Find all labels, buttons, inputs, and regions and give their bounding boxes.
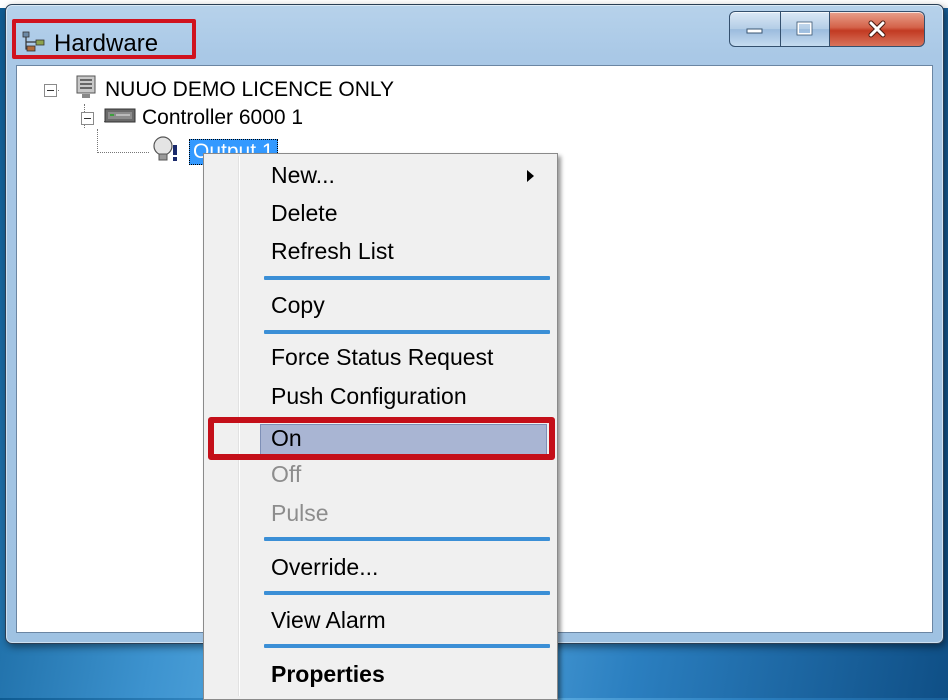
window-title: Hardware: [54, 30, 159, 57]
menu-item-force-status-request[interactable]: Force Status Request: [271, 340, 493, 374]
controller-icon: [104, 106, 136, 130]
menu-item-override[interactable]: Override...: [271, 550, 378, 584]
bulb-output-icon: [151, 135, 181, 169]
tree-connector: [97, 129, 98, 153]
menu-item-new[interactable]: New...: [271, 158, 335, 192]
minimize-button[interactable]: [729, 11, 781, 47]
close-button[interactable]: [830, 11, 925, 47]
menu-item-pulse: Pulse: [271, 500, 329, 526]
menu-item-properties[interactable]: Properties: [271, 657, 385, 691]
menu-item-delete[interactable]: Delete: [271, 196, 337, 230]
close-icon: [868, 20, 886, 38]
tree-node-label: Controller 6000 1: [142, 106, 304, 129]
hardware-tree-icon: [22, 31, 46, 53]
server-icon: [75, 75, 97, 105]
collapse-toggle[interactable]: [81, 111, 94, 125]
menu-separator: [264, 591, 550, 595]
menu-item-refresh-list[interactable]: Refresh List: [271, 234, 394, 268]
tree-node-controller[interactable]: Controller 6000 1: [81, 105, 303, 131]
tree-node-root[interactable]: NUUO DEMO LICENCE ONLY: [44, 75, 394, 105]
menu-item-off: Off: [271, 461, 302, 487]
submenu-arrow-icon: [527, 170, 534, 182]
title-bar[interactable]: Hardware: [6, 5, 943, 65]
minimize-icon: [746, 28, 763, 34]
context-menu: New... Delete Refresh List Copy Force St…: [203, 153, 558, 700]
menu-item-copy[interactable]: Copy: [271, 288, 325, 322]
menu-separator: [264, 644, 550, 648]
tree-connector: [97, 152, 149, 153]
collapse-toggle[interactable]: [44, 83, 57, 97]
on-item-red-highlight: [208, 417, 555, 460]
caption-buttons: [729, 11, 929, 47]
maximize-icon: [796, 21, 813, 36]
menu-separator: [264, 537, 550, 541]
tree-node-label: NUUO DEMO LICENCE ONLY: [105, 78, 394, 101]
menu-separator: [264, 276, 550, 280]
menu-item-view-alarm[interactable]: View Alarm: [271, 603, 386, 637]
menu-separator: [264, 330, 550, 334]
maximize-button[interactable]: [781, 11, 830, 47]
menu-item-push-configuration[interactable]: Push Configuration: [271, 379, 467, 413]
